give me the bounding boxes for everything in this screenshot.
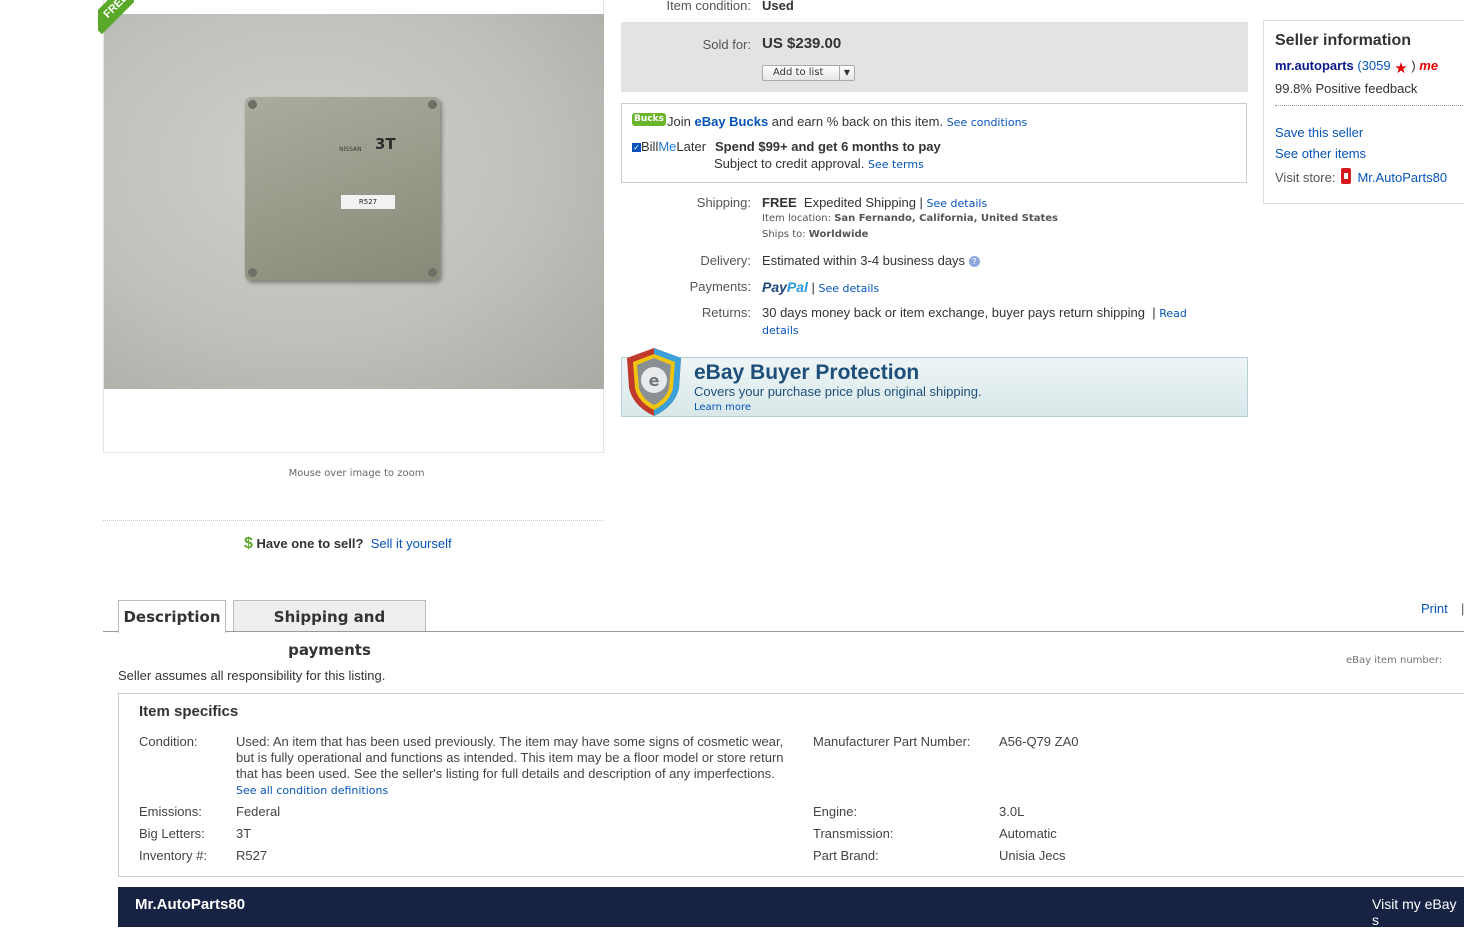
me-badge-icon: me — [1419, 58, 1439, 73]
free-shipping-ribbon: FREE — [98, 0, 134, 38]
bml-offer-text: Spend $99+ and get 6 months to pay — [715, 139, 941, 154]
paypal-logo: PayPal — [762, 279, 808, 295]
spec-label: Emissions: — [139, 804, 202, 819]
returns-label: Returns: — [701, 305, 751, 320]
divider — [1275, 105, 1463, 106]
price-box — [621, 22, 1248, 92]
positive-feedback: 99.8% Positive feedback — [1275, 81, 1418, 96]
condition-definitions-link[interactable]: See all condition definitions — [236, 784, 388, 797]
shipping-label: Shipping: — [696, 195, 751, 210]
spec-value-condition: Used: An item that has been used previou… — [236, 734, 784, 797]
condition-label: Item condition: — [666, 0, 751, 13]
ebay-bucks-logo: Bucks — [632, 113, 666, 126]
ebay-bucks-offer: Join eBay Bucks and earn % back on this … — [667, 114, 1028, 129]
ecu-brand-text: NISSAN — [339, 146, 362, 153]
spec-label: Manufacturer Part Number: — [813, 734, 971, 749]
spec-label-condition: Condition: — [139, 734, 198, 749]
screw-icon — [428, 100, 437, 109]
item-number-label: eBay item number: — [1346, 655, 1443, 666]
sold-price: US $239.00 — [762, 35, 842, 52]
item-specifics-title: Item specifics — [139, 703, 239, 720]
spec-value: Federal — [236, 804, 281, 819]
feedback-count-link[interactable]: (3059 — [1357, 58, 1390, 73]
store-header-bar — [118, 887, 1464, 927]
shipping-details-link[interactable]: See details — [927, 197, 988, 210]
see-other-items-link[interactable]: See other items — [1275, 146, 1366, 161]
sell-it-yourself-link[interactable]: Sell it yourself — [371, 536, 452, 551]
add-to-list-label: Add to list — [773, 67, 824, 78]
spec-label: Engine: — [813, 804, 858, 819]
screw-icon — [248, 268, 257, 277]
print-link[interactable]: Print — [1421, 601, 1448, 616]
spec-label: Transmission: — [813, 826, 894, 841]
star-icon: ★ — [1394, 60, 1408, 77]
shipping-value: FREE Expedited Shipping | See details — [762, 195, 988, 210]
seller-name-link[interactable]: mr.autoparts — [1275, 58, 1354, 73]
item-photo[interactable]: NISSAN 3T R527 — [104, 14, 604, 389]
payments-value: PayPal | See details — [762, 279, 880, 295]
returns-value: 30 days money back or item exchange, buy… — [762, 305, 1187, 337]
payments-label: Payments: — [689, 279, 751, 294]
spec-label: Inventory #: — [139, 848, 207, 863]
store-link[interactable]: Mr.AutoParts80 — [1357, 170, 1447, 185]
dollar-icon: $ — [244, 535, 253, 552]
spec-value: A56-Q79 ZA0 — [999, 734, 1079, 749]
see-terms-link[interactable]: See terms — [868, 158, 924, 171]
condition-value: Used — [762, 0, 794, 13]
chevron-down-icon[interactable]: ▼ — [839, 66, 854, 80]
delivery-label: Delivery: — [700, 253, 751, 268]
store-bar-name[interactable]: Mr.AutoParts80 — [135, 896, 245, 913]
visit-store: Visit store: Mr.AutoParts80 — [1275, 168, 1448, 185]
tab-description[interactable]: Description — [118, 600, 226, 633]
sold-for-label: Sold for: — [702, 37, 751, 52]
bml-subtext: Subject to credit approval. See terms — [714, 156, 924, 171]
sell-prompt-text: Have one to sell? — [256, 536, 364, 551]
see-conditions-link[interactable]: See conditions — [947, 116, 1028, 129]
buyer-protection-subtitle: Covers your purchase price plus original… — [694, 384, 982, 399]
spec-value: 3T — [236, 826, 252, 841]
payment-details-link[interactable]: See details — [819, 282, 880, 295]
shield-icon: e — [627, 348, 681, 416]
svg-text:e: e — [649, 371, 660, 390]
save-seller-link[interactable]: Save this seller — [1275, 125, 1363, 140]
add-to-list-button[interactable]: Add to list ▼ — [762, 65, 855, 81]
tab-shipping-and-payments[interactable]: Shipping and payments — [233, 600, 426, 659]
ecu-label-sticker: R527 — [341, 195, 395, 209]
ecu-stamp-text: 3T — [375, 135, 396, 153]
divider — [103, 520, 604, 521]
seller-responsibility-note: Seller assumes all responsibility for th… — [118, 668, 386, 683]
ebay-bucks-link[interactable]: eBay Bucks — [694, 114, 768, 129]
item-location: Item location: San Fernando, California,… — [762, 213, 1058, 224]
zoom-hint: Mouse over image to zoom — [288, 468, 425, 479]
help-icon[interactable]: ? — [968, 256, 980, 267]
ships-to: Ships to: Worldwide — [762, 229, 869, 240]
spec-label: Big Letters: — [139, 826, 205, 841]
store-icon — [1341, 168, 1352, 184]
ecu-module-image: NISSAN 3T R527 — [245, 97, 440, 280]
bill-me-later-logo: ✓BillMeLater — [632, 139, 707, 154]
checkmark-icon: ✓ — [632, 143, 641, 152]
spec-value: Unisia Jecs — [999, 848, 1066, 863]
seller-line: mr.autoparts (3059 ★ ) me — [1275, 58, 1439, 77]
spec-value: 3.0L — [999, 804, 1025, 819]
buyer-protection-title: eBay Buyer Protection — [694, 361, 920, 384]
delivery-value: Estimated within 3-4 business days ? — [762, 253, 980, 268]
screw-icon — [248, 100, 257, 109]
spec-value: Automatic — [999, 826, 1057, 841]
spec-label: Part Brand: — [813, 848, 879, 863]
visit-my-store-link[interactable]: Visit my eBay s — [1372, 896, 1464, 928]
seller-info-title: Seller information — [1275, 32, 1412, 49]
spec-value: R527 — [236, 848, 268, 863]
sell-prompt: $ Have one to sell? Sell it yourself — [244, 535, 452, 553]
learn-more-link[interactable]: Learn more — [694, 402, 751, 413]
screw-icon — [428, 268, 437, 277]
